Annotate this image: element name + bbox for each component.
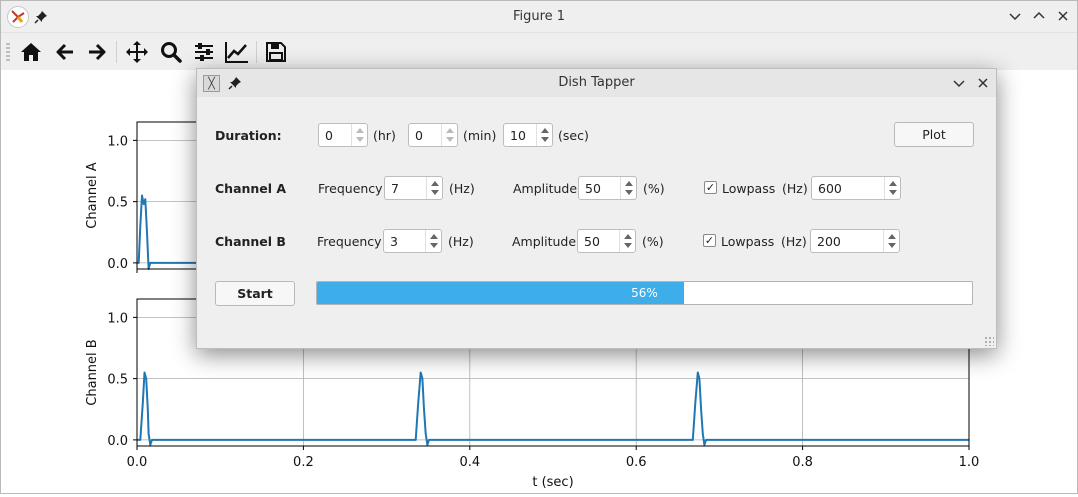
percent-unit-label: (%) <box>643 181 665 196</box>
min-unit-label: (min) <box>463 128 497 143</box>
spin-arrows[interactable] <box>425 230 441 252</box>
x-tick-label: 0.6 <box>626 455 647 470</box>
duration-hr-spinbox[interactable]: 0 <box>318 123 368 147</box>
sec-unit-label: (sec) <box>558 128 589 143</box>
hz-unit-label: (Hz) <box>781 234 807 249</box>
channel-a-label: Channel A <box>215 181 287 196</box>
x-tick-label: 0.8 <box>792 455 813 470</box>
channel-a-amplitude-spinbox[interactable]: 50 <box>578 176 637 200</box>
close-button[interactable] <box>975 75 991 91</box>
duration-sec-spinbox[interactable]: 10 <box>503 123 553 147</box>
channel-b-lowpass-checkbox[interactable]: ✓ <box>703 234 716 247</box>
duration-label: Duration: <box>215 128 282 143</box>
y-axis-label: Channel B <box>85 339 100 405</box>
spinbox-value: 50 <box>585 181 601 196</box>
dialog-titlebar[interactable]: ╳ Dish Tapper <box>197 69 996 97</box>
hr-unit-label: (hr) <box>373 128 396 143</box>
x-tick-label: 0.4 <box>459 455 480 470</box>
channel-b-amplitude-spinbox[interactable]: 50 <box>577 229 636 253</box>
figure-title: Figure 1 <box>512 9 566 24</box>
channel-b-label: Channel B <box>215 234 286 249</box>
x-axis-label: t (sec) <box>532 475 573 490</box>
spin-arrows[interactable] <box>619 230 635 252</box>
toolbar-grip[interactable] <box>6 43 10 61</box>
percent-unit-label: (%) <box>642 234 664 249</box>
y-tick-label: 0.0 <box>107 257 128 272</box>
spinbox-value: 0 <box>415 128 423 143</box>
forward-icon[interactable] <box>84 39 110 65</box>
spin-arrows[interactable] <box>441 124 457 146</box>
close-button[interactable] <box>1055 8 1071 24</box>
spin-arrows[interactable] <box>884 177 900 199</box>
channel-b-frequency-label: Frequency <box>317 234 382 249</box>
spinbox-value: 0 <box>325 128 333 143</box>
channel-a-amplitude-label: Amplitude <box>513 181 578 196</box>
navigation-toolbar <box>1 33 1077 70</box>
spin-arrows[interactable] <box>351 124 367 146</box>
spinbox-value: 50 <box>584 234 600 249</box>
dialog-title: Dish Tapper <box>558 75 635 90</box>
minimize-button[interactable] <box>951 75 967 91</box>
x-tick-label: 0.2 <box>293 455 314 470</box>
channel-a-lowpass-checkbox[interactable]: ✓ <box>704 181 717 194</box>
spinbox-value: 200 <box>817 234 841 249</box>
spin-arrows[interactable] <box>883 230 899 252</box>
spin-arrows[interactable] <box>536 124 552 146</box>
edit-axes-icon[interactable] <box>224 39 250 65</box>
y-axis-label: Channel A <box>85 162 100 229</box>
spinbox-value: 3 <box>390 234 398 249</box>
hz-unit-label: (Hz) <box>782 181 808 196</box>
configure-subplots-icon[interactable] <box>191 39 217 65</box>
x-tick-label: 1.0 <box>959 455 980 470</box>
start-button[interactable]: Start <box>215 281 295 306</box>
dish-tapper-dialog: ╳ Dish Tapper Duration: 0 (hr) 0 (min) 1… <box>196 68 997 349</box>
x-tick-label: 0.0 <box>127 455 148 470</box>
spinbox-value: 7 <box>391 181 399 196</box>
spinbox-value: 10 <box>510 128 526 143</box>
hz-unit-label: (Hz) <box>448 234 474 249</box>
plot-button[interactable]: Plot <box>894 122 974 147</box>
progress-bar: 56% <box>316 281 973 305</box>
channel-a-frequency-spinbox[interactable]: 7 <box>384 176 443 200</box>
y-tick-label: 1.0 <box>107 134 128 149</box>
channel-a-lowpass-spinbox[interactable]: 600 <box>811 176 901 200</box>
zoom-icon[interactable] <box>158 39 184 65</box>
minimize-button[interactable] <box>1007 8 1023 24</box>
y-tick-label: 1.0 <box>107 311 128 326</box>
progress-text: 56% <box>631 286 658 300</box>
channel-b-frequency-spinbox[interactable]: 3 <box>383 229 442 253</box>
channel-b-lowpass-label: Lowpass <box>721 234 775 249</box>
channel-a-frequency-label: Frequency <box>318 181 383 196</box>
y-tick-label: 0.0 <box>107 434 128 449</box>
toolbar-separator <box>256 41 257 63</box>
toolbar-separator <box>116 41 117 63</box>
y-tick-label: 0.5 <box>107 196 128 211</box>
channel-b-lowpass-spinbox[interactable]: 200 <box>810 229 900 253</box>
save-icon[interactable] <box>263 39 289 65</box>
figure-titlebar[interactable]: Figure 1 <box>1 1 1077 33</box>
spin-arrows[interactable] <box>426 177 442 199</box>
hz-unit-label: (Hz) <box>449 181 475 196</box>
spin-arrows[interactable] <box>620 177 636 199</box>
spinbox-value: 600 <box>818 181 842 196</box>
resize-grip[interactable] <box>984 336 994 346</box>
channel-b-amplitude-label: Amplitude <box>512 234 577 249</box>
duration-min-spinbox[interactable]: 0 <box>408 123 458 147</box>
maximize-button[interactable] <box>1031 8 1047 24</box>
y-tick-label: 0.5 <box>107 373 128 388</box>
channel-a-lowpass-label: Lowpass <box>722 181 776 196</box>
pan-icon[interactable] <box>124 39 150 65</box>
home-icon[interactable] <box>18 39 44 65</box>
back-icon[interactable] <box>52 39 78 65</box>
